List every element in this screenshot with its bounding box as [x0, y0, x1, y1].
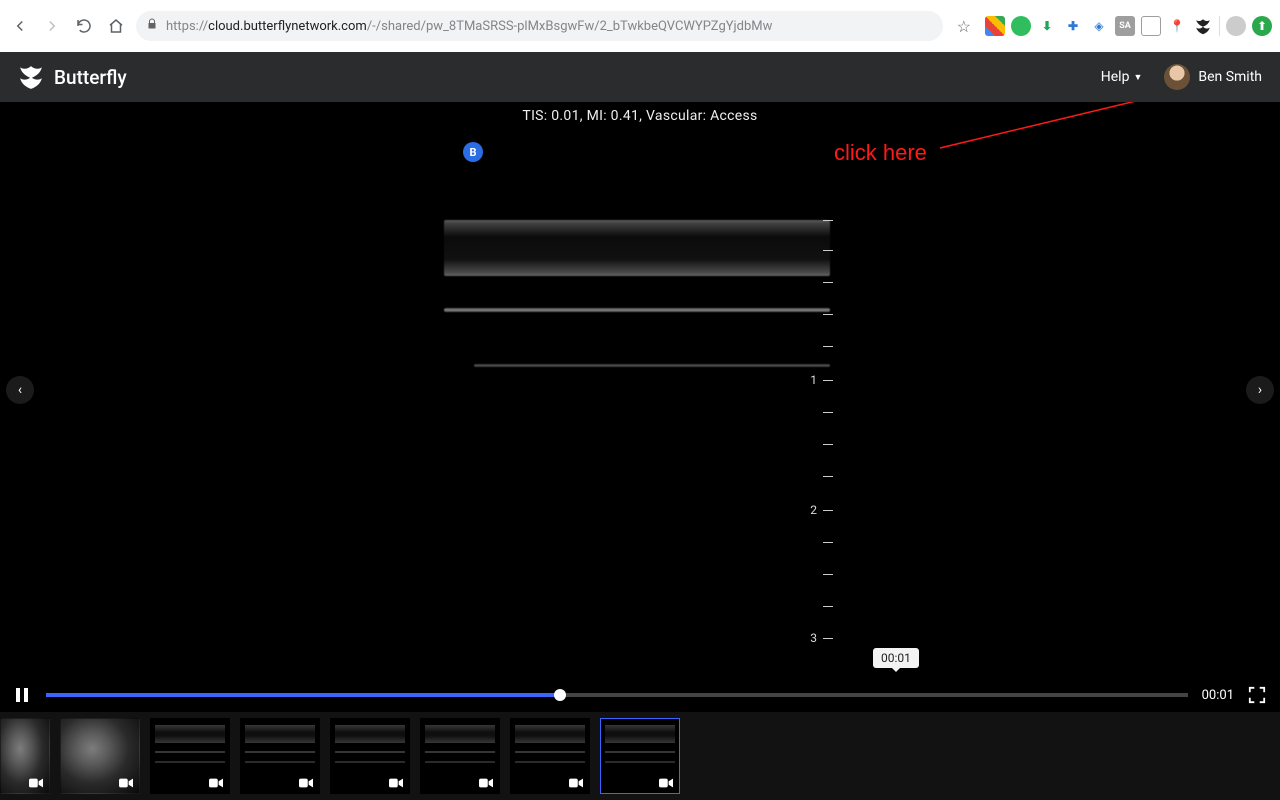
fullscreen-icon: [1248, 686, 1266, 704]
ext-green-dot-icon[interactable]: [1011, 16, 1031, 36]
ext-square-icon[interactable]: [1141, 16, 1161, 36]
video-indicator-icon: [119, 777, 133, 789]
ultrasound-image: [444, 220, 830, 580]
video-indicator-icon: [29, 777, 43, 789]
timeline-scrubber[interactable]: [46, 693, 1188, 697]
home-button[interactable]: [104, 14, 128, 38]
star-icon[interactable]: ☆: [951, 17, 977, 36]
extension-icons: ⬇ ✚ ◈ SA 📍 ⬆: [985, 16, 1272, 36]
ext-cross-icon[interactable]: ✚: [1063, 16, 1083, 36]
ruler-tick: [823, 412, 833, 413]
fullscreen-button[interactable]: [1248, 686, 1266, 704]
scan-viewer: TIS: 0.01, MI: 0.41, Vascular: Access B …: [0, 102, 1280, 678]
forward-button[interactable]: [40, 14, 64, 38]
help-menu[interactable]: Help ▼: [1101, 69, 1143, 85]
ruler-tick: [823, 220, 833, 221]
ruler-tick: [823, 638, 833, 639]
back-button[interactable]: [8, 14, 32, 38]
total-time: 00:01: [1202, 688, 1234, 703]
ext-update-icon[interactable]: ⬆: [1252, 16, 1272, 36]
thumbnail[interactable]: [240, 718, 320, 794]
ext-diamond-icon[interactable]: ◈: [1089, 16, 1109, 36]
thumbnail[interactable]: [420, 718, 500, 794]
avatar-icon: [1164, 64, 1190, 90]
thumbnail-strip: [0, 712, 1280, 800]
reload-button[interactable]: [72, 14, 96, 38]
user-name: Ben Smith: [1198, 69, 1262, 85]
annotation-text: click here: [834, 140, 927, 166]
ruler-tick: [823, 380, 833, 381]
playback-controls: 00:01: [0, 678, 1280, 712]
ruler-tick: [823, 542, 833, 543]
thumbnail[interactable]: [600, 718, 680, 794]
browser-toolbar: https://cloud.butterflynetwork.com/-/sha…: [0, 0, 1280, 52]
prev-scan-button[interactable]: ‹: [6, 376, 34, 404]
thumbnail[interactable]: [150, 718, 230, 794]
video-indicator-icon: [659, 777, 673, 789]
ruler-tick: [823, 346, 833, 347]
ext-download-icon[interactable]: ⬇: [1037, 16, 1057, 36]
url-text: https://cloud.butterflynetwork.com/-/sha…: [166, 19, 772, 34]
user-menu[interactable]: Ben Smith: [1164, 64, 1262, 90]
ruler-tick: [823, 606, 833, 607]
thumbnail[interactable]: [510, 718, 590, 794]
depth-ruler: [803, 220, 833, 580]
pause-icon: [14, 687, 30, 703]
brand-logo[interactable]: Butterfly: [18, 64, 127, 90]
mode-badge: B: [463, 142, 483, 162]
scan-metadata: TIS: 0.01, MI: 0.41, Vascular: Access: [0, 102, 1280, 124]
video-indicator-icon: [479, 777, 493, 789]
lock-icon: [146, 18, 158, 34]
ruler-tick: [823, 444, 833, 445]
ruler-tick: [823, 250, 833, 251]
brand-name: Butterfly: [54, 66, 127, 89]
next-scan-button[interactable]: ›: [1246, 376, 1274, 404]
thumbnail[interactable]: [0, 718, 50, 794]
video-indicator-icon: [389, 777, 403, 789]
address-bar[interactable]: https://cloud.butterflynetwork.com/-/sha…: [136, 11, 943, 41]
ext-google-icon[interactable]: [985, 16, 1005, 36]
ruler-tick: [823, 574, 833, 575]
ruler-tick: [823, 314, 833, 315]
thumbnail[interactable]: [330, 718, 410, 794]
video-indicator-icon: [209, 777, 223, 789]
pause-button[interactable]: [14, 687, 32, 703]
separator: [1219, 16, 1220, 36]
ext-butterfly-icon[interactable]: [1193, 16, 1213, 36]
ruler-tick: [823, 282, 833, 283]
thumbnail[interactable]: [60, 718, 140, 794]
ruler-tick: [823, 510, 833, 511]
ruler-tick: [823, 476, 833, 477]
ext-profile-avatar-icon[interactable]: [1226, 16, 1246, 36]
app-header: Butterfly Help ▼ Ben Smith: [0, 52, 1280, 102]
ext-pin-icon[interactable]: 📍: [1167, 16, 1187, 36]
ext-sa-icon[interactable]: SA: [1115, 16, 1135, 36]
time-tooltip: 00:01: [873, 648, 919, 668]
video-indicator-icon: [569, 777, 583, 789]
butterfly-logo-icon: [18, 64, 44, 90]
video-indicator-icon: [299, 777, 313, 789]
chevron-down-icon: ▼: [1133, 72, 1142, 83]
